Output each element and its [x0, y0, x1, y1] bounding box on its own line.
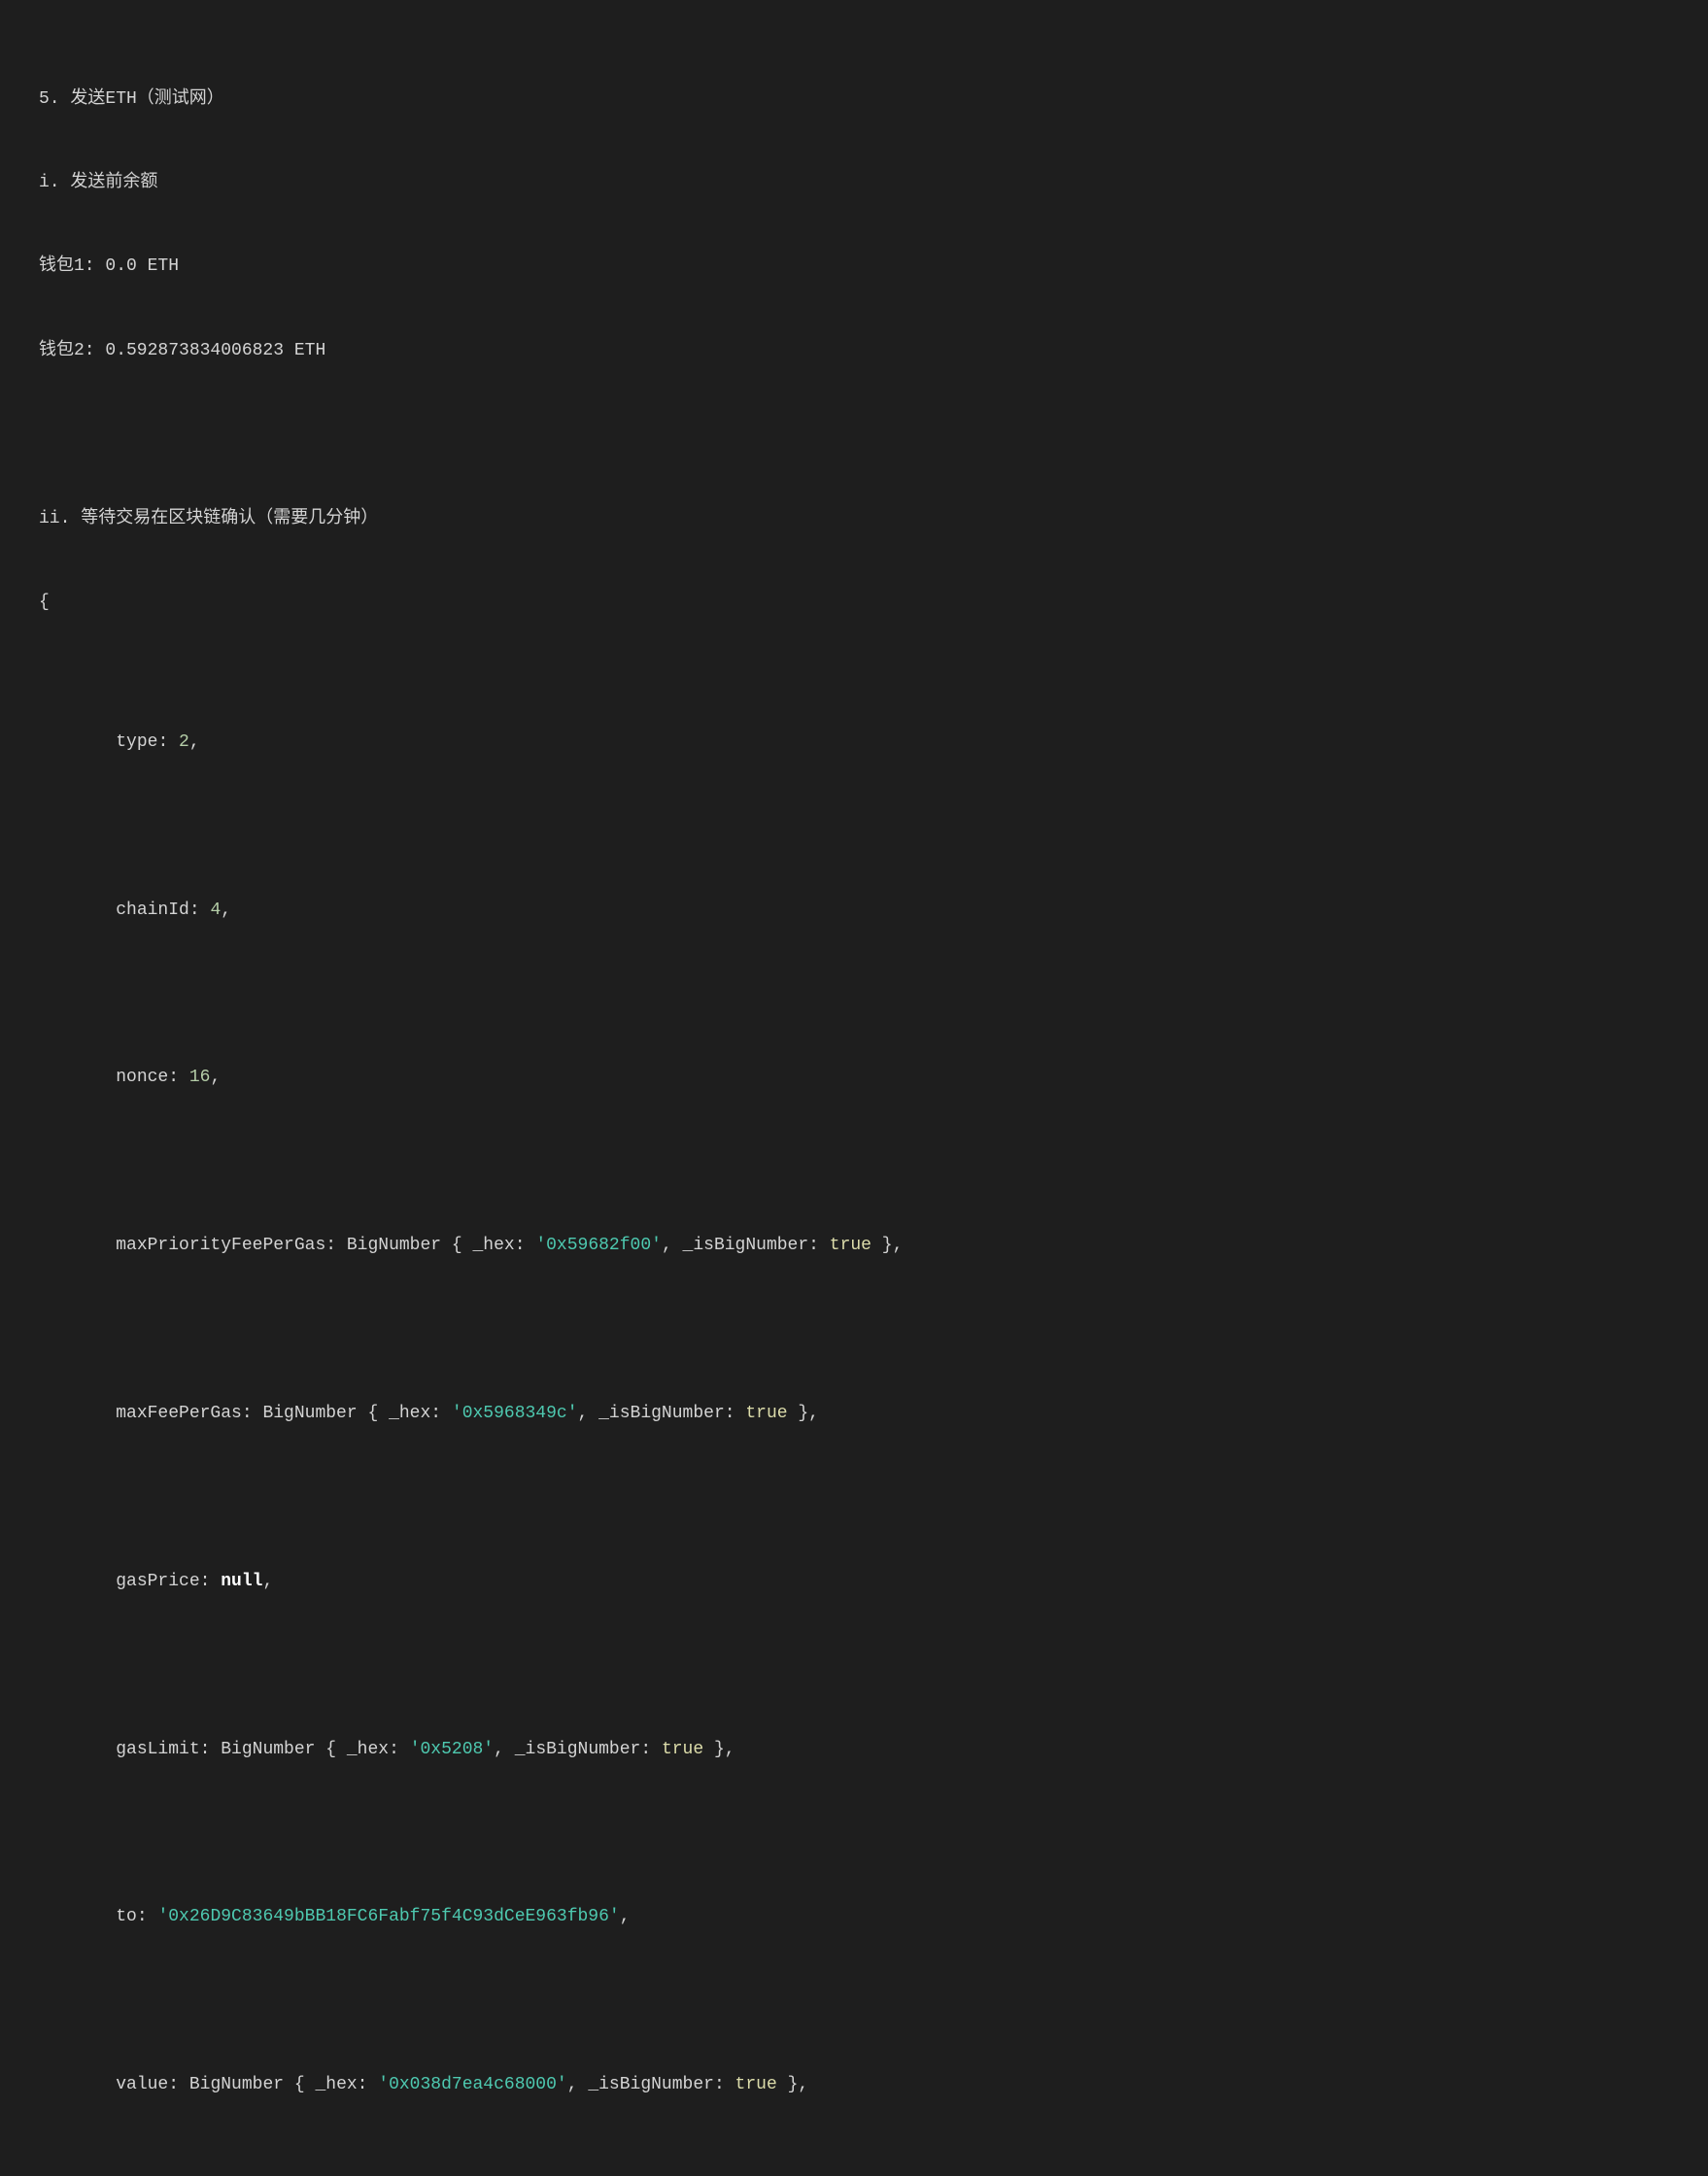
- wallet2-before: 钱包2: 0.592873834006823 ETH: [39, 337, 1669, 365]
- field-chainid-label: chainId: [116, 901, 189, 920]
- value-maxpriority-hex: '0x59682f00': [535, 1236, 662, 1255]
- value-true-2: true: [745, 1404, 787, 1423]
- terminal-output: 5. 发送ETH（测试网） i. 发送前余额 钱包1: 0.0 ETH 钱包2:…: [39, 29, 1669, 2176]
- field-to-line: to: '0x26D9C83649bBB18FC6Fabf75f4C93dCeE…: [39, 1876, 1669, 1959]
- field-gaslimit-line: gasLimit: BigNumber { _hex: '0x5208', _i…: [39, 1708, 1669, 1791]
- field-value-line: value: BigNumber { _hex: '0x038d7ea4c680…: [39, 2043, 1669, 2126]
- value-gaslimit-hex: '0x5208': [410, 1740, 494, 1759]
- value-to: '0x26D9C83649bBB18FC6Fabf75f4C93dCeE963f…: [157, 1907, 619, 1926]
- field-chainid-line: chainId: 4,: [39, 868, 1669, 952]
- wallet1-before: 钱包1: 0.0 ETH: [39, 253, 1669, 281]
- field-gasprice-label: gasPrice: [116, 1572, 199, 1591]
- value-true-4: true: [735, 2075, 777, 2094]
- field-value-label: value: [116, 2075, 168, 2094]
- field-maxpriority-label: maxPriorityFeePerGas: [116, 1236, 325, 1255]
- section5-title: 5. 发送ETH（测试网）: [39, 85, 1669, 114]
- field-gaslimit-label: gasLimit: [116, 1740, 199, 1759]
- value-value-hex: '0x038d7ea4c68000': [378, 2075, 566, 2094]
- field-type-line: type: 2,: [39, 700, 1669, 784]
- field-to-label: to: [116, 1907, 137, 1926]
- value-nonce: 16: [189, 1068, 211, 1087]
- value-true-3: true: [662, 1740, 703, 1759]
- section-i-title: i. 发送前余额: [39, 169, 1669, 197]
- value-chainid: 4: [210, 901, 221, 920]
- value-maxfee-hex: '0x5968349c': [452, 1404, 578, 1423]
- field-nonce-line: nonce: 16,: [39, 1037, 1669, 1120]
- value-true-1: true: [830, 1236, 871, 1255]
- field-type-label: type: [116, 732, 157, 752]
- section-ii-title: ii. 等待交易在区块链确认（需要几分钟）: [39, 505, 1669, 533]
- field-gasprice-line: gasPrice: null,: [39, 1540, 1669, 1623]
- field-maxpriority-line: maxPriorityFeePerGas: BigNumber { _hex: …: [39, 1204, 1669, 1287]
- value-type: 2: [179, 732, 189, 752]
- field-nonce-label: nonce: [116, 1068, 168, 1087]
- field-maxfee-label: maxFeePerGas: [116, 1404, 242, 1423]
- value-null: null: [221, 1572, 262, 1591]
- brace-open: {: [39, 589, 1669, 617]
- field-maxfeepergas-line: maxFeePerGas: BigNumber { _hex: '0x59683…: [39, 1372, 1669, 1455]
